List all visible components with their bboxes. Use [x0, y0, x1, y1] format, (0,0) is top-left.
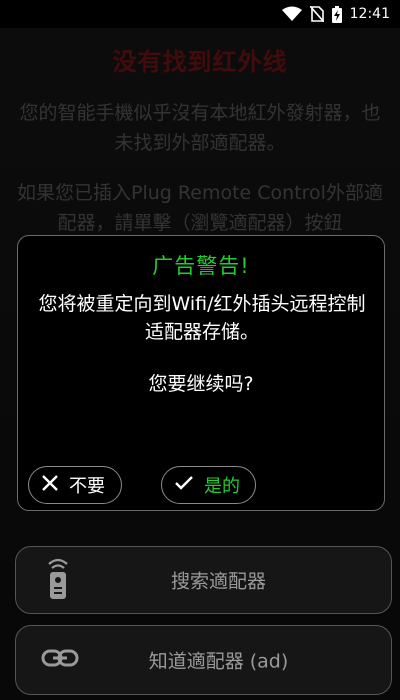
- close-icon: [41, 474, 59, 497]
- no-button[interactable]: 不要: [28, 466, 122, 504]
- dialog-title: 广告警告!: [152, 254, 250, 278]
- dialog-question: 您要继续吗?: [148, 373, 254, 395]
- battery-charging-icon: [331, 5, 342, 23]
- search-adapter-label: 搜索適配器: [170, 570, 266, 593]
- status-bar: 12:41: [0, 0, 400, 28]
- clock: 12:41: [349, 6, 390, 22]
- check-icon: [174, 475, 194, 496]
- dialog-message: 您将被重定向到Wifi/红外插头远程控制适配器存储。: [38, 293, 366, 343]
- know-adapter-label: 知道適配器 (ad): [148, 650, 289, 673]
- wifi-icon: [281, 6, 302, 22]
- search-adapter-button[interactable]: 搜索適配器: [15, 546, 392, 614]
- yes-button[interactable]: 是的: [161, 466, 256, 504]
- no-button-label: 不要: [69, 476, 105, 497]
- no-sim-icon: [309, 6, 324, 22]
- know-adapter-button[interactable]: 知道適配器 (ad): [15, 625, 392, 695]
- ad-warning-dialog: 广告警告! 您将被重定向到Wifi/红外插头远程控制适配器存储。 您要继续吗? …: [17, 235, 385, 511]
- yes-button-label: 是的: [204, 476, 240, 497]
